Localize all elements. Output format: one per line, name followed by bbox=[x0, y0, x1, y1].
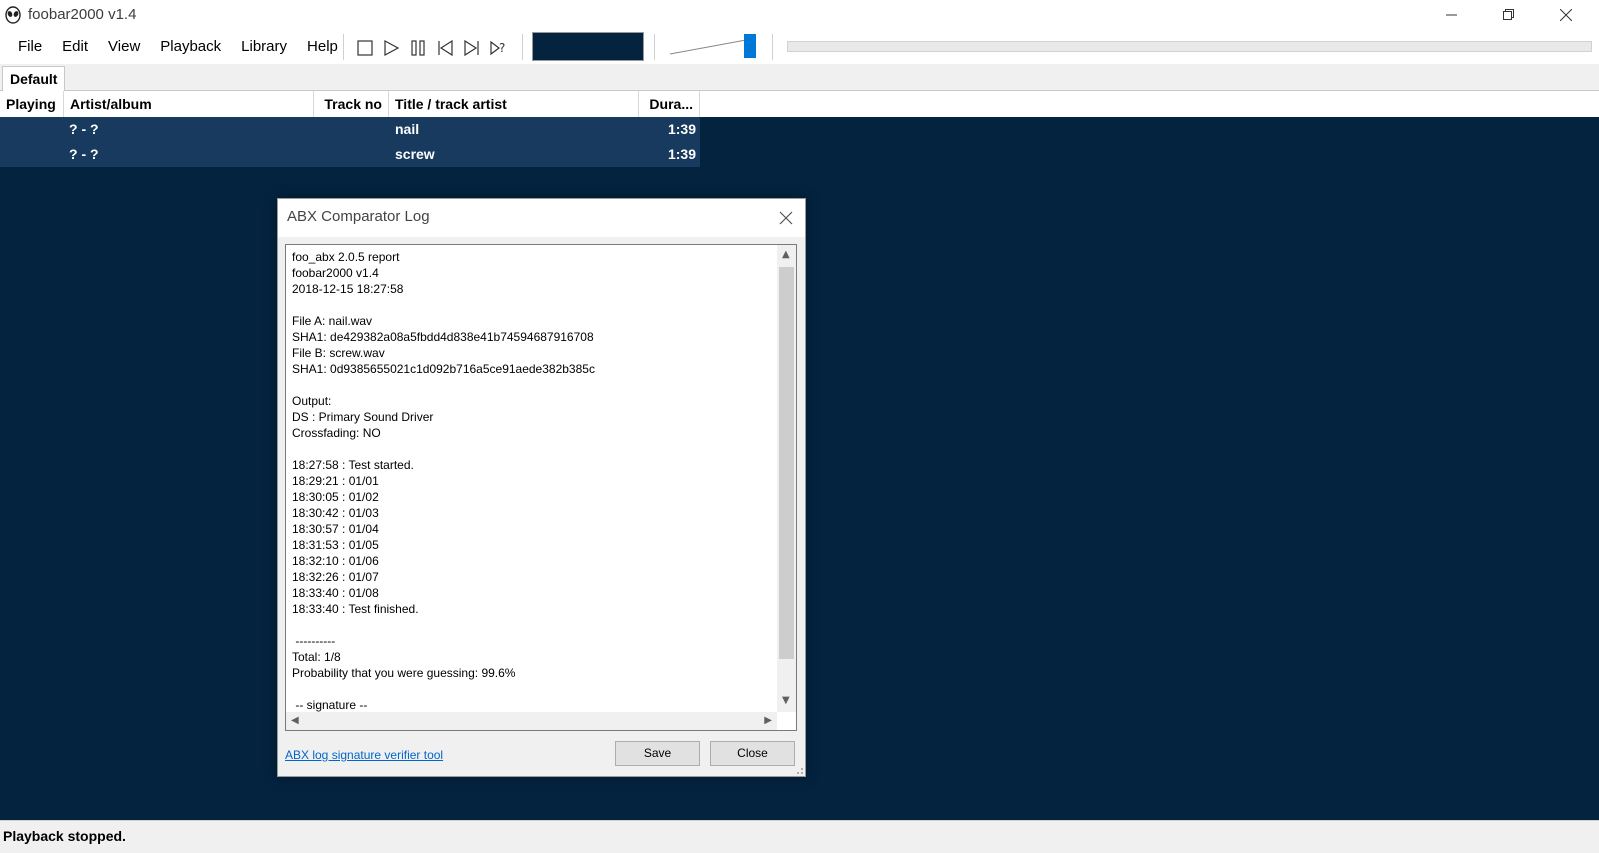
next-icon[interactable] bbox=[462, 38, 482, 58]
log-text-area[interactable]: foo_abx 2.0.5 report foobar2000 v1.4 201… bbox=[285, 244, 797, 731]
title-bar: foobar2000 v1.4 bbox=[0, 0, 1599, 30]
scroll-up-icon[interactable]: ▲ bbox=[782, 249, 790, 260]
toolbar-separator bbox=[772, 34, 773, 60]
stop-icon[interactable] bbox=[355, 38, 375, 58]
toolbar-separator bbox=[522, 34, 523, 60]
menu-view[interactable]: View bbox=[98, 36, 150, 57]
volume-slider[interactable] bbox=[668, 32, 758, 60]
svg-text:?: ? bbox=[499, 41, 505, 55]
column-artist-album[interactable]: Artist/album bbox=[64, 91, 314, 117]
toolbar-separator bbox=[343, 34, 344, 60]
table-row[interactable]: ? - ? nail 1:39 bbox=[0, 117, 700, 142]
menu-library[interactable]: Library bbox=[231, 36, 297, 57]
row-title: screw bbox=[395, 146, 435, 162]
play-icon[interactable] bbox=[381, 38, 401, 58]
close-button[interactable]: Close bbox=[710, 741, 795, 766]
row-artist-album: ? - ? bbox=[69, 121, 99, 137]
menu-bar: File Edit View Playback Library Help bbox=[8, 36, 348, 57]
volume-thumb[interactable] bbox=[744, 34, 756, 58]
scroll-thumb[interactable] bbox=[779, 267, 794, 659]
alien-app-icon bbox=[5, 6, 21, 24]
table-row[interactable]: ? - ? screw 1:39 bbox=[0, 142, 700, 167]
status-bar: Playback stopped. bbox=[0, 820, 1599, 853]
status-text: Playback stopped. bbox=[3, 828, 126, 844]
toolbar-separator bbox=[654, 34, 655, 60]
header-filler bbox=[700, 91, 1599, 117]
scroll-left-icon[interactable]: ◀ bbox=[291, 715, 299, 726]
minimize-button[interactable] bbox=[1429, 0, 1475, 30]
row-duration: 1:39 bbox=[667, 121, 696, 137]
menu-edit[interactable]: Edit bbox=[52, 36, 98, 57]
horizontal-scrollbar[interactable]: ◀ ▶ bbox=[286, 712, 777, 730]
dialog-title: ABX Comparator Log bbox=[287, 208, 430, 225]
visualization-panel bbox=[532, 32, 644, 61]
playlist-header: Playing Artist/album Track no Title / tr… bbox=[0, 91, 700, 117]
playlist-tabs: Default bbox=[0, 64, 1599, 91]
close-window-button[interactable] bbox=[1543, 0, 1589, 30]
menu-playback[interactable]: Playback bbox=[150, 36, 231, 57]
row-artist-album: ? - ? bbox=[69, 146, 99, 162]
verifier-tool-link[interactable]: ABX log signature verifier tool bbox=[285, 748, 443, 762]
window-title: foobar2000 v1.4 bbox=[28, 6, 137, 23]
resize-grip-icon[interactable] bbox=[794, 765, 804, 775]
row-duration: 1:39 bbox=[667, 146, 696, 162]
scroll-right-icon[interactable]: ▶ bbox=[764, 715, 772, 726]
volume-track bbox=[669, 39, 747, 55]
toolbar: File Edit View Playback Library Help ? bbox=[0, 30, 1599, 65]
column-title[interactable]: Title / track artist bbox=[389, 91, 639, 117]
row-title: nail bbox=[395, 121, 420, 137]
save-button[interactable]: Save bbox=[615, 741, 700, 766]
minimize-icon bbox=[1446, 14, 1457, 16]
log-text: foo_abx 2.0.5 report foobar2000 v1.4 201… bbox=[292, 250, 595, 712]
scroll-down-icon[interactable]: ▼ bbox=[782, 695, 790, 706]
close-icon bbox=[1560, 9, 1572, 21]
random-icon[interactable]: ? bbox=[489, 38, 509, 58]
seek-bar[interactable] bbox=[787, 41, 1592, 52]
vertical-scrollbar[interactable]: ▲ ▼ bbox=[777, 245, 796, 712]
menu-help[interactable]: Help bbox=[297, 36, 348, 57]
column-track-no[interactable]: Track no bbox=[314, 91, 389, 117]
restore-icon bbox=[1503, 9, 1514, 20]
close-icon[interactable] bbox=[777, 209, 795, 227]
abx-log-dialog: ABX Comparator Log foo_abx 2.0.5 report … bbox=[277, 198, 806, 777]
dialog-title-bar: ABX Comparator Log bbox=[278, 199, 805, 237]
previous-icon[interactable] bbox=[435, 38, 455, 58]
menu-file[interactable]: File bbox=[8, 36, 52, 57]
restore-button[interactable] bbox=[1486, 0, 1532, 30]
pause-icon[interactable] bbox=[408, 38, 428, 58]
tab-default[interactable]: Default bbox=[2, 66, 66, 91]
column-playing[interactable]: Playing bbox=[0, 91, 64, 117]
column-duration[interactable]: Dura... bbox=[639, 91, 700, 117]
